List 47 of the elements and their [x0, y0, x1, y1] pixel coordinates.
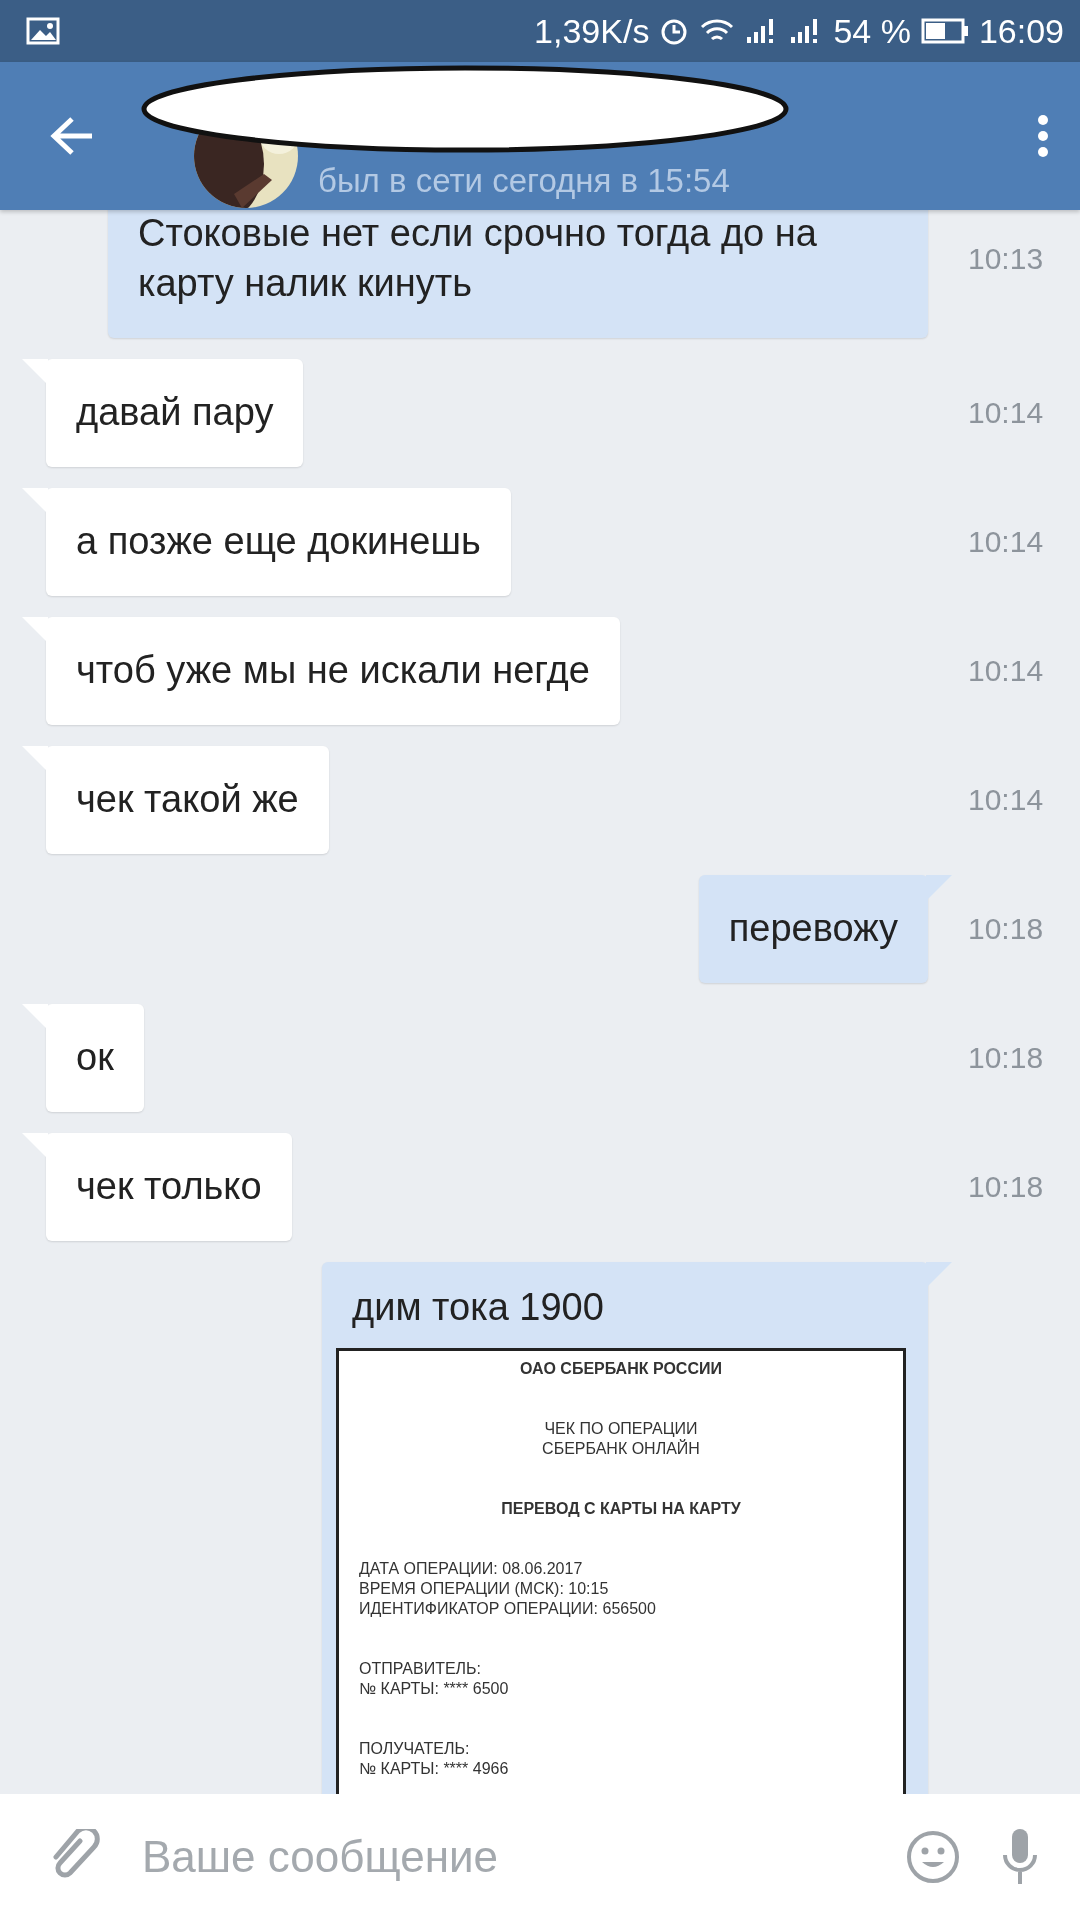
bubble-tail: [22, 1004, 48, 1030]
message-time: 10:18: [968, 1170, 1045, 1204]
bubble-tail: [22, 359, 48, 385]
receipt-subtitle: СБЕРБАНК ОНЛАЙН: [541, 1439, 701, 1459]
network-speed: 1,39K/s: [534, 11, 650, 51]
receipt-subtitle: ЧЕК ПО ОПЕРАЦИИ: [543, 1419, 699, 1439]
receipt-field: ВРЕМЯ ОПЕРАЦИИ (МСК): 10:15: [359, 1579, 883, 1599]
bubble-tail: [22, 1133, 48, 1159]
message-bubble: а позже еще докинешь: [46, 488, 511, 596]
receipt-field: ДАТА ОПЕРАЦИИ: 08.06.2017: [359, 1559, 883, 1579]
bubble-tail: [22, 746, 48, 772]
receipt-document[interactable]: [336, 1348, 906, 1794]
more-icon[interactable]: [1036, 114, 1050, 158]
message-time: 10:18: [968, 1041, 1045, 1075]
message-bubble: ок: [46, 1004, 144, 1112]
message-bubble: чек такой же: [46, 746, 329, 854]
message-bubble: давай пару: [46, 359, 304, 467]
battery-percent: 54 %: [833, 11, 911, 51]
receipt-field: ОТПРАВИТЕЛЬ:: [359, 1659, 883, 1679]
message-time: 10:14: [968, 654, 1045, 688]
message-bubble: перевожу: [698, 875, 928, 983]
message-bubble: чтоб уже мы не искали негде: [46, 617, 620, 725]
message-time: 10:13: [968, 242, 1045, 276]
receipt-field: ПОЛУЧАТЕЛЬ:: [359, 1739, 883, 1759]
clock-time: 16:09: [978, 11, 1064, 51]
image-icon: [26, 17, 60, 45]
back-icon[interactable]: [50, 116, 94, 156]
message-time: 10:18: [968, 912, 1045, 946]
message-time: 10:14: [968, 396, 1045, 430]
microphone-icon[interactable]: [1000, 1827, 1040, 1887]
message-text: дим тока 1900: [351, 1285, 605, 1330]
message-time: 10:14: [968, 525, 1045, 559]
receipt-field: ИДЕНТИФИКАТОР ОПЕРАЦИИ: 656500: [359, 1599, 883, 1619]
bubble-tail: [22, 488, 48, 514]
receipt-field: № КАРТЫ: **** 6500: [359, 1679, 883, 1699]
message-bar[interactable]: Ваше сообщение: [0, 1794, 1080, 1920]
receipt-field: № КАРТЫ: **** 4966: [359, 1759, 883, 1779]
receipt-bank: ОАО СБЕРБАНК РОССИИ: [519, 1359, 723, 1379]
message-input[interactable]: Ваше сообщение: [140, 1831, 866, 1883]
battery-icon: [920, 18, 969, 44]
last-seen-status: был в сети сегодня в 15:54: [318, 162, 730, 200]
smiley-icon[interactable]: [906, 1830, 960, 1884]
bubble-tail: [22, 617, 48, 643]
message-bubble: чек только: [46, 1133, 292, 1241]
message-time: 10:14: [968, 783, 1045, 817]
message-bubble: Стоковые нет если срочно тогда до на карту налик кинуть: [108, 210, 928, 338]
receipt-operation: ПЕРЕВОД С КАРТЫ НА КАРТУ: [500, 1499, 742, 1519]
